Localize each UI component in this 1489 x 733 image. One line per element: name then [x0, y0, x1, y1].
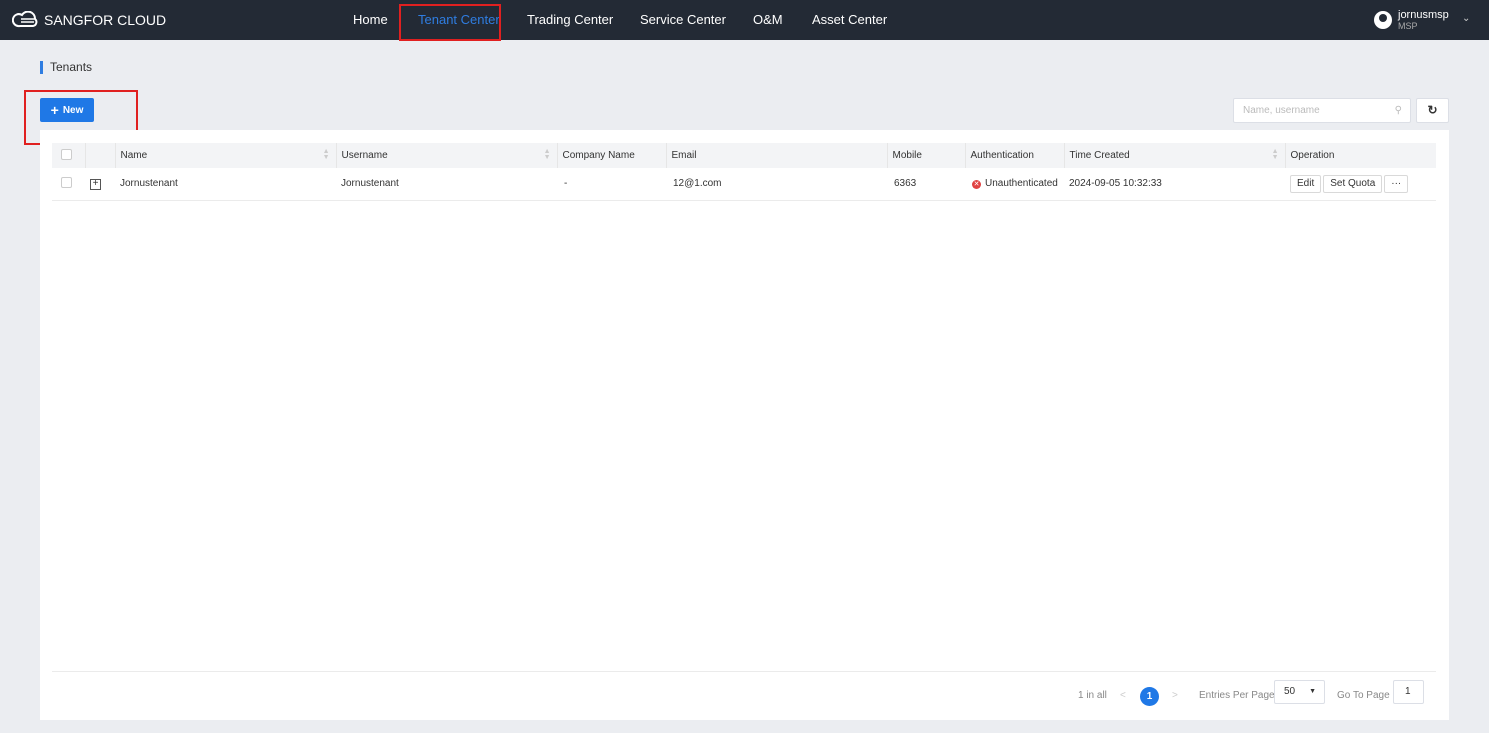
table-row: + Jornustenant Jornustenant - 12@1.com 6…: [52, 168, 1436, 201]
cell-company: -: [557, 168, 666, 201]
caret-down-icon: ▼: [1309, 688, 1316, 695]
per-page-label: Entries Per Page: [1199, 690, 1275, 701]
next-page-icon[interactable]: >: [1172, 686, 1178, 706]
col-company: Company Name: [557, 143, 667, 168]
pagination: 1 in all < 1 > Entries Per Page 50 ▼ Go T…: [52, 671, 1436, 706]
logo[interactable]: SANGFOR CLOUD: [12, 11, 166, 29]
col-mobile: Mobile: [887, 143, 966, 168]
sort-icon[interactable]: ▲ ▼: [323, 148, 330, 161]
sort-icon[interactable]: ▲ ▼: [1272, 148, 1279, 161]
nav-om[interactable]: O&M: [753, 0, 783, 40]
page-title: Tenants: [40, 61, 92, 74]
row-checkbox[interactable]: [61, 176, 72, 188]
per-page-select[interactable]: 50 ▼: [1274, 680, 1325, 704]
col-email: Email: [666, 143, 888, 168]
goto-page-input[interactable]: 1: [1393, 680, 1424, 704]
sort-icon[interactable]: ▲ ▼: [544, 148, 551, 161]
expand-icon[interactable]: +: [90, 178, 101, 190]
user-name: jornusmsp: [1398, 9, 1449, 21]
col-operation: Operation: [1285, 143, 1436, 168]
page-1[interactable]: 1: [1140, 687, 1159, 706]
search-input[interactable]: Name, username ⚲: [1233, 98, 1411, 123]
edit-button[interactable]: Edit: [1290, 174, 1322, 193]
cell-created: 2024-09-05 10:32:33: [1064, 168, 1285, 201]
search-placeholder: Name, username: [1243, 105, 1320, 116]
error-icon: ✕: [972, 180, 981, 190]
select-all-checkbox[interactable]: [61, 148, 72, 160]
refresh-button[interactable]: ↻: [1416, 98, 1449, 123]
col-time-created[interactable]: Time Created ▲ ▼: [1064, 143, 1286, 168]
auth-status: Unauthenticated: [985, 178, 1058, 190]
chevron-down-icon[interactable]: ⌄: [1462, 13, 1470, 24]
prev-page-icon[interactable]: <: [1120, 686, 1126, 706]
cell-operation: Edit Set Quota ···: [1285, 168, 1436, 201]
cell-name: Jornustenant: [115, 168, 336, 201]
nav-asset-center[interactable]: Asset Center: [812, 0, 887, 40]
top-bar: SANGFOR CLOUD Home Tenant Center Trading…: [0, 0, 1489, 40]
cell-auth: ✕ Unauthenticated: [965, 168, 1064, 201]
tenants-table: Name ▲ ▼ Username ▲ ▼ Company Name Email Mob…: [52, 143, 1436, 201]
highlight-box: [399, 4, 501, 41]
avatar: [1374, 11, 1392, 29]
col-username[interactable]: Username ▲ ▼: [336, 143, 558, 168]
goto-label: Go To Page: [1337, 690, 1390, 701]
table-header: Name ▲ ▼ Username ▲ ▼ Company Name Email Mob…: [52, 143, 1436, 168]
refresh-icon: ↻: [1427, 103, 1438, 117]
nav-service-center[interactable]: Service Center: [640, 0, 726, 40]
total-count: 1 in all: [1078, 690, 1107, 701]
user-role: MSP: [1398, 21, 1418, 31]
set-quota-button[interactable]: Set Quota: [1323, 174, 1383, 193]
tenants-card: Name ▲ ▼ Username ▲ ▼ Company Name Email Mob…: [40, 130, 1449, 720]
nav-trading-center[interactable]: Trading Center: [527, 0, 613, 40]
brand-name: SANGFOR CLOUD: [44, 12, 167, 28]
search-icon[interactable]: ⚲: [1395, 99, 1402, 122]
cloud-logo-icon: [12, 11, 38, 28]
nav-home[interactable]: Home: [353, 0, 388, 40]
cell-username: Jornustenant: [336, 168, 557, 201]
user-menu[interactable]: jornusmsp MSP: [1374, 9, 1449, 31]
cell-mobile: 6363: [887, 168, 965, 201]
cell-email: 12@1.com: [666, 168, 887, 201]
col-name[interactable]: Name ▲ ▼: [115, 143, 337, 168]
more-button[interactable]: ···: [1384, 174, 1409, 193]
col-authentication: Authentication: [965, 143, 1065, 168]
